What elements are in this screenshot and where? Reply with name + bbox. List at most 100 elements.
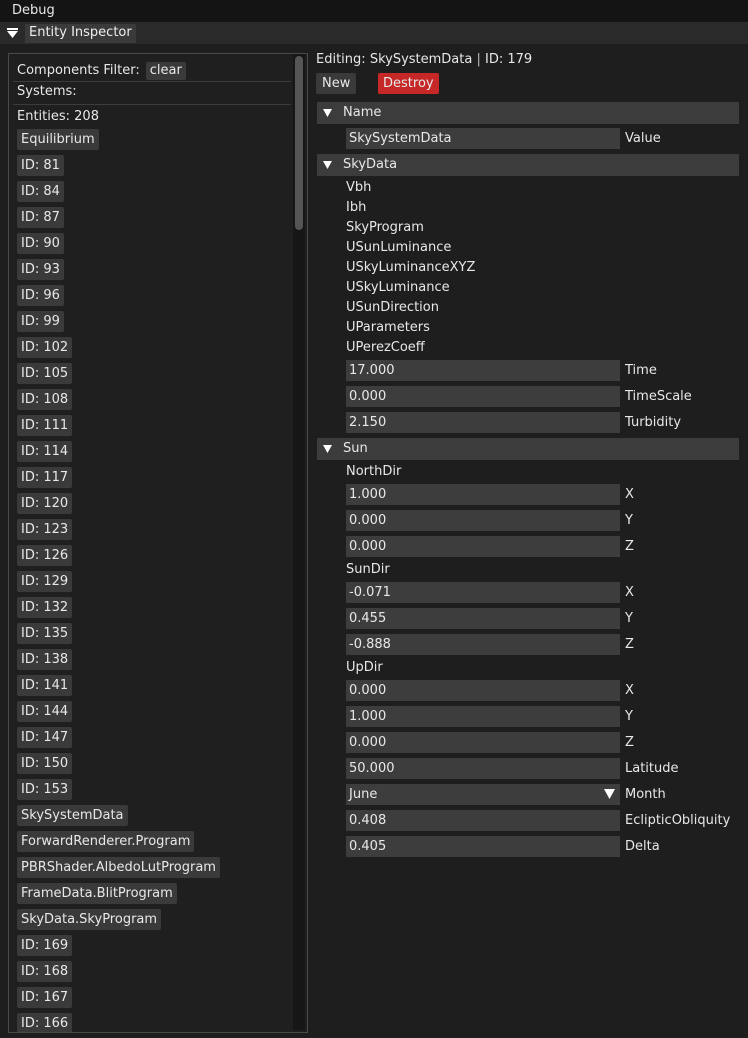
latitude-input[interactable]: 50.000	[346, 758, 620, 779]
entity-list-item[interactable]: ID: 129	[17, 571, 73, 592]
month-select[interactable]: June	[346, 784, 620, 805]
entity-list-item[interactable]: Equilibrium	[17, 129, 99, 150]
skydata-item: USkyLuminance	[346, 280, 450, 295]
ecliptic-obliquity-input[interactable]: 0.408	[346, 810, 620, 831]
entity-list-item[interactable]: ID: 141	[17, 675, 73, 696]
updir-label: UpDir	[346, 660, 383, 675]
clear-filter-button[interactable]: clear	[145, 62, 186, 80]
entity-list-item[interactable]: ID: 111	[17, 415, 73, 436]
new-entity-button[interactable]: New	[316, 73, 357, 94]
delta-input[interactable]: 0.405	[346, 836, 620, 857]
editing-prefix: Editing:	[316, 52, 366, 67]
entity-list-item[interactable]: FrameData.BlitProgram	[17, 883, 177, 904]
skydata-item: USunLuminance	[346, 240, 452, 255]
entity-list-item[interactable]: ID: 126	[17, 545, 73, 566]
expand-triangle-icon	[323, 161, 332, 169]
skydata-section-header[interactable]: SkyData	[317, 154, 739, 176]
time-input[interactable]: 17.000	[346, 360, 620, 381]
divider	[13, 81, 291, 82]
entity-list-item[interactable]: ID: 93	[17, 259, 64, 280]
field-label: Value	[625, 131, 661, 146]
entity-list-item[interactable]: ID: 90	[17, 233, 64, 254]
entity-list-item[interactable]: ID: 108	[17, 389, 73, 410]
dropdown-arrow-icon[interactable]	[604, 789, 615, 799]
entity-list-item[interactable]: ID: 153	[17, 779, 73, 800]
entity-list-item[interactable]: ForwardRenderer.Program	[17, 831, 195, 852]
collapse-arrow-icon[interactable]	[7, 28, 18, 38]
entity-list-item[interactable]: ID: 169	[17, 935, 73, 956]
separator: |	[476, 52, 481, 67]
section-title: Sun	[343, 441, 368, 456]
entity-list-item[interactable]: ID: 114	[17, 441, 73, 462]
name-value-input[interactable]: SkySystemData	[346, 128, 620, 149]
entity-list-item[interactable]: ID: 84	[17, 181, 64, 202]
updir-z-input[interactable]: 0.000	[346, 732, 620, 753]
systems-label: Systems:	[17, 84, 77, 99]
sundir-y-input[interactable]: 0.455	[346, 608, 620, 629]
field-label: TimeScale	[625, 389, 692, 404]
section-title: Name	[343, 105, 382, 120]
section-title: SkyData	[343, 157, 398, 172]
divider	[13, 104, 291, 105]
menu-bar: Debug	[0, 0, 748, 22]
entity-list-item[interactable]: ID: 147	[17, 727, 73, 748]
skydata-item: Ibh	[346, 200, 367, 215]
entity-list-item[interactable]: ID: 166	[17, 1013, 73, 1032]
northdir-y-input[interactable]: 0.000	[346, 510, 620, 531]
entity-list-item[interactable]: ID: 138	[17, 649, 73, 670]
destroy-entity-button[interactable]: Destroy	[378, 73, 439, 94]
expand-triangle-icon	[323, 109, 332, 117]
timescale-input[interactable]: 0.000	[346, 386, 620, 407]
skydata-item: USunDirection	[346, 300, 439, 315]
axis-label: X	[625, 683, 634, 698]
entity-list-item[interactable]: ID: 132	[17, 597, 73, 618]
northdir-z-input[interactable]: 0.000	[346, 536, 620, 557]
expand-triangle-icon	[323, 445, 332, 453]
entity-list-item[interactable]: ID: 144	[17, 701, 73, 722]
entity-list-item[interactable]: ID: 120	[17, 493, 73, 514]
entity-list-panel: Components Filter: clear Systems: Entitie…	[8, 53, 308, 1033]
entity-list-item[interactable]: SkyData.SkyProgram	[17, 909, 162, 930]
updir-y-input[interactable]: 1.000	[346, 706, 620, 727]
sun-section-header[interactable]: Sun	[317, 438, 739, 460]
axis-label: Z	[625, 539, 634, 554]
entities-count: Entities: 208	[17, 109, 99, 124]
field-label: Month	[625, 787, 666, 802]
entity-list-item[interactable]: ID: 96	[17, 285, 64, 306]
axis-label: Z	[625, 735, 634, 750]
field-label: Time	[625, 363, 657, 378]
axis-label: Z	[625, 637, 634, 652]
entity-list-scrollbar[interactable]	[293, 54, 305, 1030]
axis-label: Y	[625, 513, 633, 528]
skydata-item: UParameters	[346, 320, 430, 335]
entity-list-item[interactable]: ID: 123	[17, 519, 73, 540]
skydata-item: USkyLuminanceXYZ	[346, 260, 476, 275]
window-titlebar: Entity Inspector	[0, 22, 748, 44]
entity-list-item[interactable]: ID: 117	[17, 467, 73, 488]
entity-list-item[interactable]: ID: 87	[17, 207, 64, 228]
field-label: Latitude	[625, 761, 679, 776]
entity-list-item[interactable]: ID: 167	[17, 987, 73, 1008]
entity-list-item[interactable]: ID: 105	[17, 363, 73, 384]
entity-list-item[interactable]: PBRShader.AlbedoLutProgram	[17, 857, 220, 878]
entity-list-item[interactable]: ID: 81	[17, 155, 64, 176]
window-title: Entity Inspector	[25, 24, 136, 43]
debug-menu[interactable]: Debug	[12, 3, 55, 18]
sundir-x-input[interactable]: -0.071	[346, 582, 620, 603]
sundir-z-input[interactable]: -0.888	[346, 634, 620, 655]
entity-list-item[interactable]: ID: 102	[17, 337, 73, 358]
components-filter-label: Components Filter:	[17, 63, 140, 78]
turbidity-input[interactable]: 2.150	[346, 412, 620, 433]
editing-entity-id: ID: 179	[485, 52, 533, 67]
name-section-header[interactable]: Name	[317, 102, 739, 124]
axis-label: X	[625, 585, 634, 600]
updir-x-input[interactable]: 0.000	[346, 680, 620, 701]
entity-list-item[interactable]: ID: 168	[17, 961, 73, 982]
scrollbar-thumb[interactable]	[295, 56, 303, 230]
entity-list-item[interactable]: ID: 135	[17, 623, 73, 644]
entity-list-item[interactable]: SkySystemData	[17, 805, 128, 826]
entity-list-item[interactable]: ID: 150	[17, 753, 73, 774]
northdir-x-input[interactable]: 1.000	[346, 484, 620, 505]
field-label: EclipticObliquity	[625, 813, 731, 828]
entity-list-item[interactable]: ID: 99	[17, 311, 64, 332]
